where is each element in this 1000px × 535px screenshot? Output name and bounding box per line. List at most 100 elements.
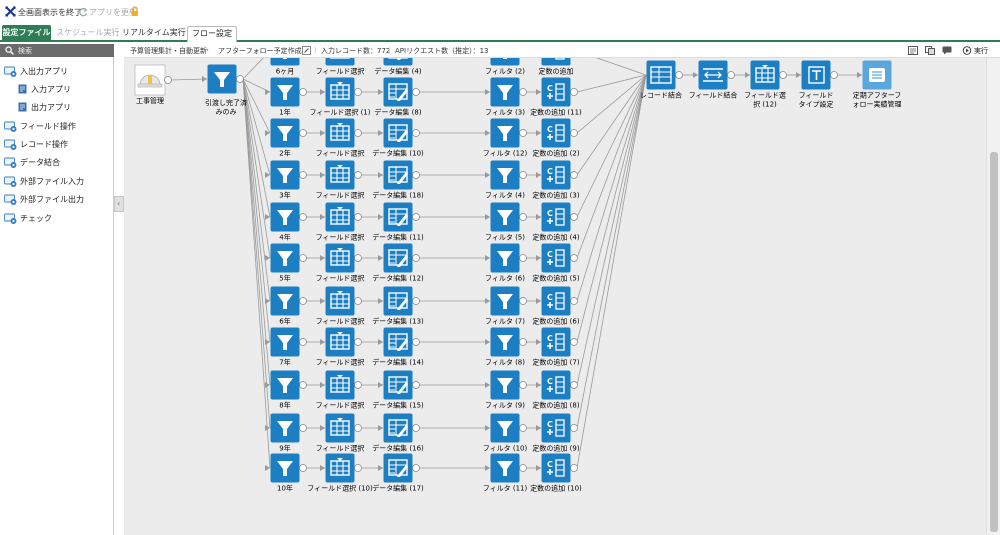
filter-node[interactable]: フィルタ (7) <box>485 286 525 326</box>
data-edit-node[interactable]: データ編集 (11) <box>372 202 424 242</box>
tail-node-field-merge[interactable]: フィールド結合 <box>689 60 738 100</box>
constant-add-node[interactable]: C 定数の追加 (7) <box>532 327 580 367</box>
node-box[interactable] <box>325 327 355 357</box>
exit-fullscreen-link[interactable]: 全画面表示を終了 <box>18 7 82 18</box>
sidebar-item[interactable]: データ結合 <box>0 154 114 171</box>
sidebar-item[interactable]: 入出力アプリ <box>0 63 114 80</box>
node-box[interactable] <box>325 286 355 316</box>
filter-node[interactable]: 2年 <box>270 118 300 158</box>
output-port[interactable] <box>354 338 362 346</box>
output-port[interactable] <box>354 464 362 472</box>
data-edit-node[interactable]: データ編集 (13) <box>372 286 424 326</box>
output-port[interactable] <box>519 254 527 262</box>
sidebar-item[interactable]: 入力アプリ <box>0 81 114 98</box>
output-port[interactable] <box>412 297 420 305</box>
node-box[interactable] <box>383 160 413 190</box>
node-box[interactable] <box>383 77 413 107</box>
field-select-node[interactable]: フィールド選択 <box>316 243 365 283</box>
filter-node[interactable]: フィルタ (6) <box>485 243 525 283</box>
filter-node[interactable]: フィルタ (4) <box>485 160 525 200</box>
output-port[interactable] <box>354 424 362 432</box>
tail-node-field-select[interactable]: フィールド選択 (12) <box>744 60 786 109</box>
comment-icon[interactable] <box>942 46 952 55</box>
field-select-node[interactable]: フィールド選択 <box>316 286 365 326</box>
output-port[interactable] <box>519 464 527 472</box>
field-select-node[interactable]: フィールド選択 (1) <box>309 77 371 117</box>
output-port[interactable] <box>164 76 172 84</box>
constant-add-node[interactable]: C 定数の追加 (3) <box>532 160 580 200</box>
output-port[interactable] <box>299 338 307 346</box>
output-port[interactable] <box>299 213 307 221</box>
node-box[interactable] <box>490 58 520 66</box>
output-port[interactable] <box>570 464 578 472</box>
filter-node[interactable]: フィルタ (12) <box>483 118 528 158</box>
filter-node[interactable]: 1年 <box>270 77 300 117</box>
output-port[interactable] <box>519 297 527 305</box>
output-port[interactable] <box>299 129 307 137</box>
data-edit-node[interactable]: データ編集 (18) <box>372 160 424 200</box>
sidebar-item[interactable]: レコード操作 <box>0 136 114 153</box>
filter-node[interactable]: 5年 <box>270 243 300 283</box>
output-port[interactable] <box>519 129 527 137</box>
update-app-link[interactable]: アプリを更新 <box>89 7 137 18</box>
output-port[interactable] <box>519 424 527 432</box>
filter-node[interactable]: 6年 <box>270 286 300 326</box>
constant-add-node[interactable]: C 定数の追加 (2) <box>532 118 580 158</box>
output-port[interactable] <box>570 213 578 221</box>
tail-node-record-merge[interactable]: レコード結合 <box>640 60 682 100</box>
node-box[interactable] <box>383 413 413 443</box>
run-icon[interactable] <box>962 46 972 55</box>
constant-add-node[interactable]: C 定数の追加 (6) <box>532 286 580 326</box>
output-port[interactable] <box>354 129 362 137</box>
output-port[interactable] <box>412 213 420 221</box>
output-port[interactable] <box>299 424 307 432</box>
data-edit-node[interactable]: データ編集 (16) <box>372 413 424 453</box>
copy-icon[interactable] <box>925 46 935 55</box>
field-select-node[interactable]: フィールド選択 <box>316 370 365 410</box>
data-edit-node[interactable]: データ編集 (4) <box>374 58 422 76</box>
sidebar-collapse-handle[interactable]: ‹ <box>114 196 124 212</box>
field-select-node[interactable]: フィールド選択 <box>316 160 365 200</box>
output-port[interactable] <box>412 171 420 179</box>
constant-add-node[interactable]: C定数の追加 <box>539 58 574 76</box>
node-box[interactable] <box>383 327 413 357</box>
filter-node[interactable]: 3年 <box>270 160 300 200</box>
tab-realtime-run[interactable]: リアルタイム実行 <box>122 26 186 42</box>
node-box[interactable] <box>383 453 413 483</box>
field-select-node[interactable]: フィールド選択 <box>316 327 365 367</box>
output-port[interactable] <box>354 297 362 305</box>
edit-name-icon[interactable] <box>302 46 312 55</box>
output-port[interactable] <box>779 71 787 79</box>
output-port[interactable] <box>570 88 578 96</box>
sidebar-item[interactable]: 出力アプリ <box>0 99 114 116</box>
node-box[interactable] <box>383 370 413 400</box>
tail-node-output-app[interactable]: 定期アフターフォロー実績管理 <box>853 60 902 109</box>
data-edit-node[interactable]: データ編集 (8) <box>374 77 422 117</box>
output-port[interactable] <box>570 297 578 305</box>
node-box[interactable] <box>325 243 355 273</box>
filter-node[interactable]: フィルタ (3) <box>485 77 525 117</box>
sidebar-item[interactable]: 外部ファイル出力 <box>0 191 114 208</box>
run-button[interactable]: 実行 <box>974 46 988 56</box>
node-box[interactable] <box>325 118 355 148</box>
output-port[interactable] <box>519 381 527 389</box>
data-edit-node[interactable]: データ編集 (12) <box>372 243 424 283</box>
tail-node-field-type[interactable]: フィールドタイプ設定 <box>799 60 834 109</box>
output-port[interactable] <box>727 71 735 79</box>
node-box[interactable] <box>325 160 355 190</box>
filter-node[interactable]: 4年 <box>270 202 300 242</box>
field-select-node[interactable]: フィールド選択 <box>316 413 365 453</box>
output-port[interactable] <box>299 297 307 305</box>
constant-add-node[interactable]: C 定数の追加 (9) <box>532 413 580 453</box>
output-port[interactable] <box>830 71 838 79</box>
output-port[interactable] <box>354 254 362 262</box>
output-port[interactable] <box>299 88 307 96</box>
filter-node[interactable]: 9年 <box>270 413 300 453</box>
constant-add-node[interactable]: C 定数の追加 (10) <box>530 453 582 493</box>
filter-node[interactable]: フィルタ (10) <box>483 413 528 453</box>
tab-settings-file[interactable]: 設定ファイル <box>2 25 51 42</box>
output-port[interactable] <box>412 464 420 472</box>
output-port[interactable] <box>570 424 578 432</box>
output-port[interactable] <box>570 254 578 262</box>
output-port[interactable] <box>570 171 578 179</box>
